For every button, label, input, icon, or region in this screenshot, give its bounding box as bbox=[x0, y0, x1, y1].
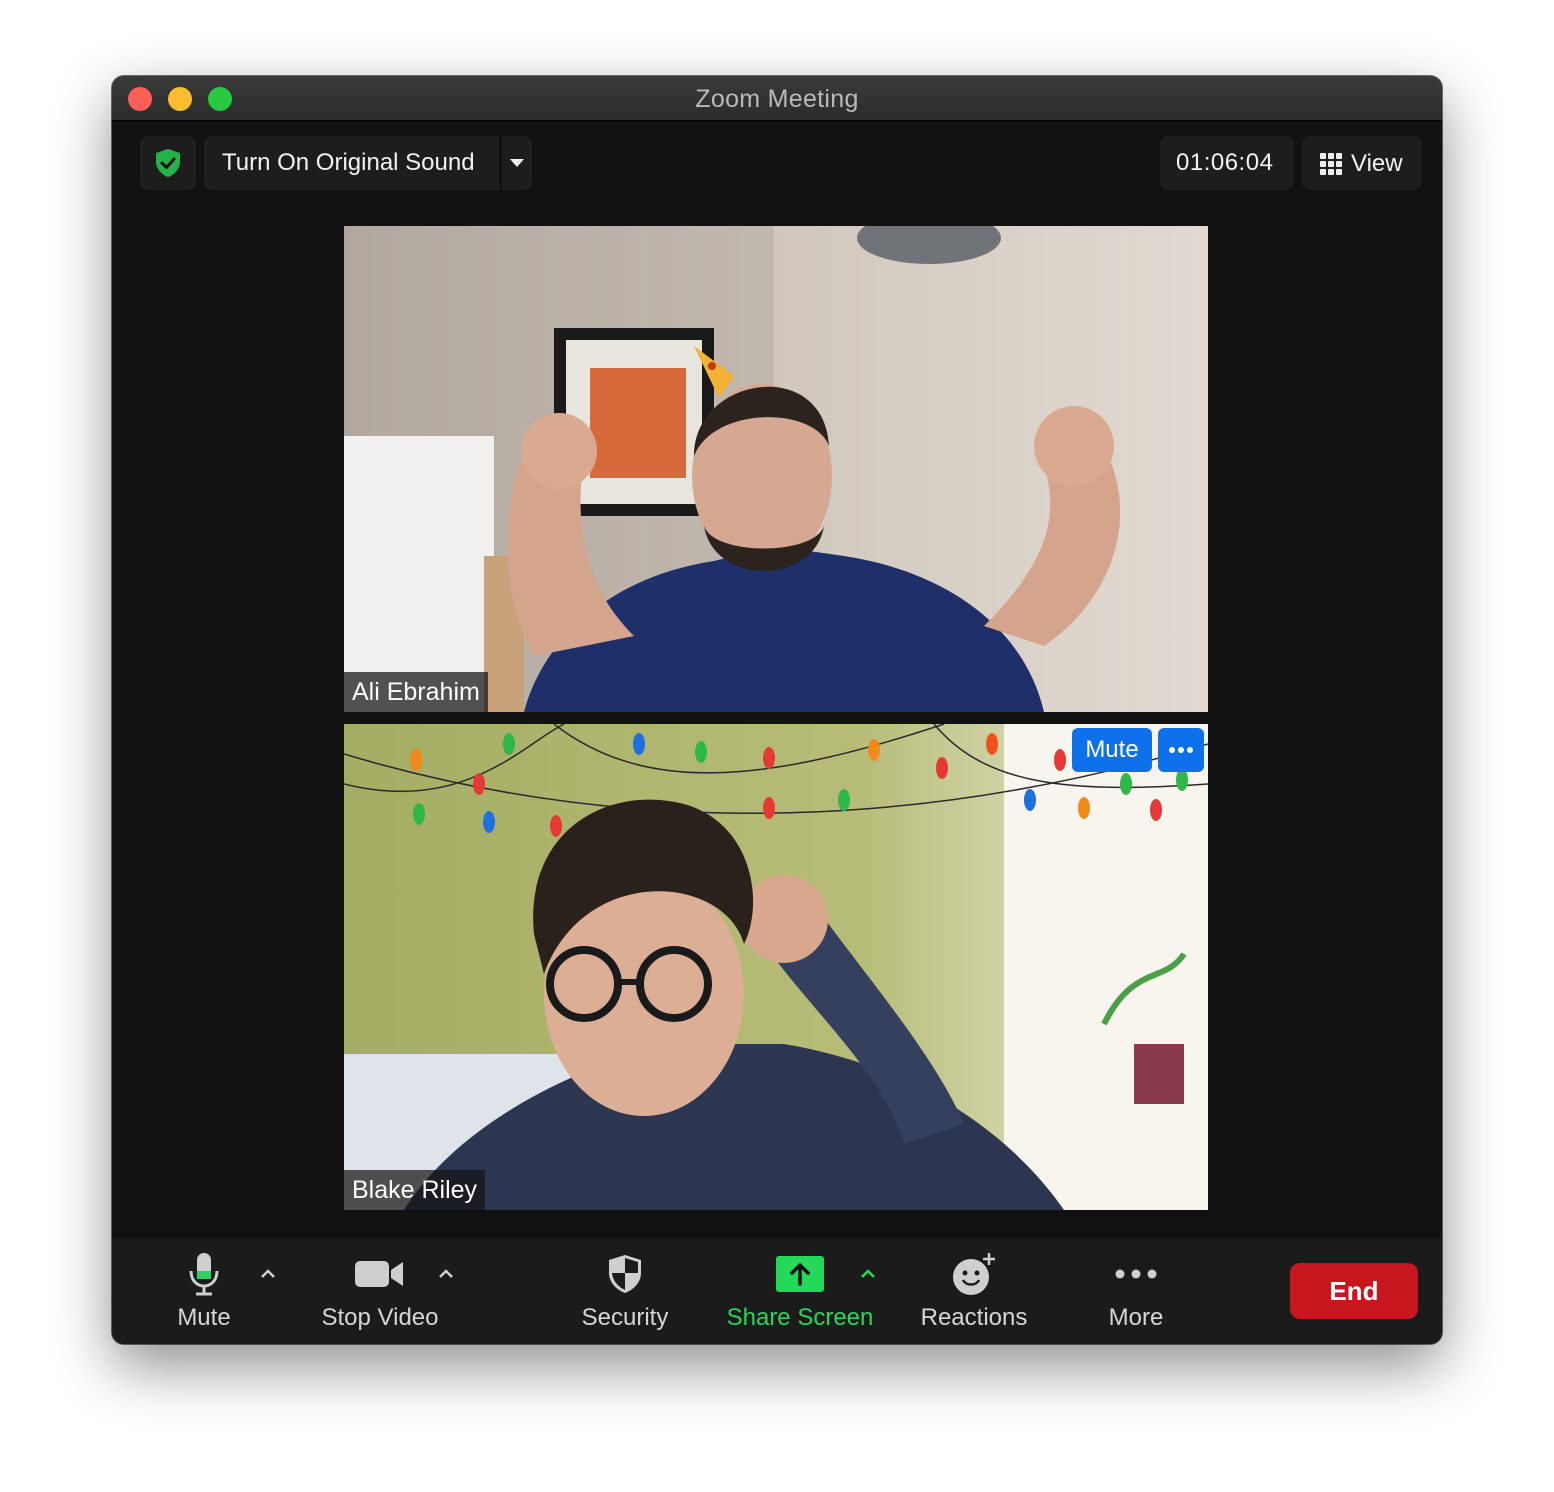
security-shield-icon bbox=[156, 149, 180, 177]
chevron-up-icon bbox=[861, 1269, 875, 1278]
participant-mute-button[interactable]: Mute bbox=[1072, 728, 1152, 772]
more-button[interactable]: More bbox=[1092, 1238, 1180, 1344]
share-arrow-icon bbox=[776, 1256, 824, 1292]
more-label: More bbox=[1108, 1304, 1164, 1331]
video-tile-ali-ebrahim[interactable]: Ali Ebrahim bbox=[344, 226, 1208, 712]
timer-text: 01:06:04 bbox=[1176, 149, 1274, 176]
share-screen-button[interactable]: Share Screen bbox=[716, 1238, 884, 1344]
security-label: Security bbox=[581, 1304, 669, 1331]
stop-video-button[interactable]: Stop Video bbox=[308, 1238, 452, 1344]
video-tile-blake-riley[interactable]: Mute Blake Riley bbox=[344, 724, 1208, 1210]
more-dots-icon bbox=[1169, 747, 1193, 753]
title-bar: Zoom Meeting bbox=[112, 76, 1442, 121]
reactions-button[interactable]: Reactions bbox=[912, 1238, 1036, 1344]
video-options-caret[interactable] bbox=[434, 1264, 458, 1284]
zoom-window: Zoom Meeting Turn On Original Sound 01:0… bbox=[112, 76, 1442, 1344]
participant-video bbox=[344, 226, 1208, 712]
mute-label: Mute bbox=[177, 1304, 231, 1331]
microphone-icon bbox=[189, 1253, 219, 1296]
meeting-toolbar: Mute Stop Video Security Share Screen Re… bbox=[112, 1238, 1442, 1344]
chevron-up-icon bbox=[439, 1269, 453, 1278]
window-title: Zoom Meeting bbox=[695, 85, 859, 113]
add-reaction-icon bbox=[953, 1253, 995, 1295]
video-camera-icon bbox=[355, 1261, 403, 1287]
divider bbox=[500, 136, 501, 190]
security-button[interactable]: Security bbox=[570, 1238, 680, 1344]
original-sound-button[interactable]: Turn On Original Sound bbox=[222, 149, 475, 177]
view-button[interactable]: View bbox=[1302, 136, 1422, 190]
audio-options-caret[interactable] bbox=[256, 1264, 280, 1284]
more-dots-icon bbox=[1115, 1269, 1157, 1279]
dropdown-caret-icon bbox=[510, 159, 524, 167]
original-sound-dropdown[interactable] bbox=[502, 136, 532, 190]
participant-video bbox=[344, 724, 1208, 1210]
reactions-label: Reactions bbox=[920, 1304, 1028, 1331]
participant-more-button[interactable] bbox=[1158, 728, 1204, 772]
shield-icon bbox=[609, 1255, 641, 1293]
end-meeting-button[interactable]: End bbox=[1290, 1263, 1418, 1319]
grid-icon bbox=[1320, 153, 1342, 175]
participant-name-tag: Blake Riley bbox=[344, 1170, 486, 1210]
meeting-timer: 01:06:04 bbox=[1160, 136, 1294, 190]
chevron-up-icon bbox=[261, 1269, 275, 1278]
view-label: View bbox=[1351, 150, 1403, 177]
share-screen-label: Share Screen bbox=[726, 1304, 874, 1331]
share-options-caret[interactable] bbox=[856, 1264, 880, 1284]
encryption-shield-button[interactable] bbox=[140, 136, 196, 190]
participant-name-tag: Ali Ebrahim bbox=[344, 672, 488, 712]
stop-video-label: Stop Video bbox=[321, 1304, 439, 1331]
mute-button[interactable]: Mute bbox=[152, 1238, 256, 1344]
original-sound-control: Turn On Original Sound bbox=[204, 136, 532, 190]
